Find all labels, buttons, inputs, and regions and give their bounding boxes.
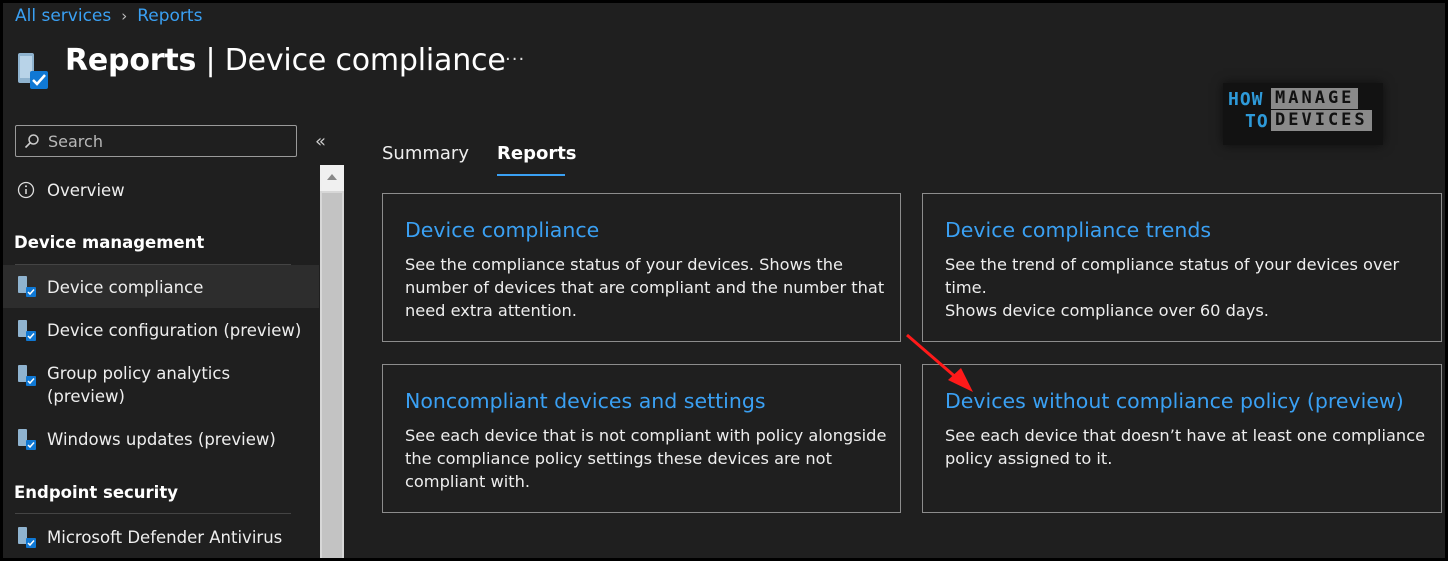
breadcrumb: All services › Reports [15,6,202,26]
card-title[interactable]: Device compliance trends [945,218,1211,242]
device-configuration-icon [18,320,36,341]
scrollbar-thumb[interactable] [322,193,342,558]
sidebar-scrollbar[interactable] [320,165,344,558]
card-title[interactable]: Noncompliant devices and settings [405,389,766,413]
sidebar-item-device-compliance[interactable]: Device compliance [3,265,319,308]
chevron-right-icon: › [121,7,128,25]
page-title: Reports | Device compliance [65,43,506,78]
breadcrumb-all-services[interactable]: All services [15,6,111,26]
sidebar-item-defender-antivirus[interactable]: Microsoft Defender Antivirus [3,526,319,552]
scroll-up-arrow-icon[interactable] [320,165,344,191]
howtomanagedevices-logo: HOW TO MANAGE DEVICES [1223,83,1383,145]
portal-frame: All services › Reports Reports | Device … [0,0,1448,561]
tab-summary[interactable]: Summary [382,143,469,164]
device-compliance-icon [18,53,48,89]
breadcrumb-reports[interactable]: Reports [137,6,202,26]
card-devices-without-compliance-policy[interactable]: Devices without compliance policy (previ… [922,364,1442,513]
card-description: See the compliance status of your device… [405,255,885,320]
red-annotation-arrow-icon [906,333,973,392]
windows-updates-icon [18,429,36,450]
card-device-compliance-trends[interactable]: Device compliance trends See the trend o… [922,193,1442,342]
card-description: See each device that is not compliant wi… [405,426,887,491]
card-device-compliance[interactable]: Device compliance See the compliance sta… [382,193,901,342]
sidebar-item-group-policy-analytics[interactable]: Group policy analytics (preview) [3,362,319,410]
search-box[interactable] [15,125,297,157]
divider [15,513,291,514]
search-input[interactable] [46,130,290,152]
card-description: See the trend of compliance status of yo… [945,255,1400,320]
sidebar-item-overview[interactable]: Overview [3,179,319,205]
card-noncompliant-devices[interactable]: Noncompliant devices and settings See ea… [382,364,901,513]
tab-reports[interactable]: Reports [497,143,577,164]
search-icon [24,134,39,149]
card-description: See each device that doesn’t have at lea… [945,426,1426,468]
section-endpoint-security: Endpoint security [14,483,178,502]
sidebar-item-device-configuration[interactable]: Device configuration (preview) [3,319,319,345]
group-policy-icon [18,365,36,386]
info-icon [17,181,35,199]
device-compliance-icon [18,276,36,297]
section-device-management: Device management [14,233,205,252]
card-title[interactable]: Devices without compliance policy (previ… [945,389,1404,413]
collapse-sidebar-icon[interactable]: « [315,131,326,152]
defender-antivirus-icon [18,527,36,548]
more-options-icon[interactable]: ··· [505,49,525,70]
card-title[interactable]: Device compliance [405,218,599,242]
sidebar-item-windows-updates[interactable]: Windows updates (preview) [3,428,319,454]
active-tab-indicator [497,174,565,176]
